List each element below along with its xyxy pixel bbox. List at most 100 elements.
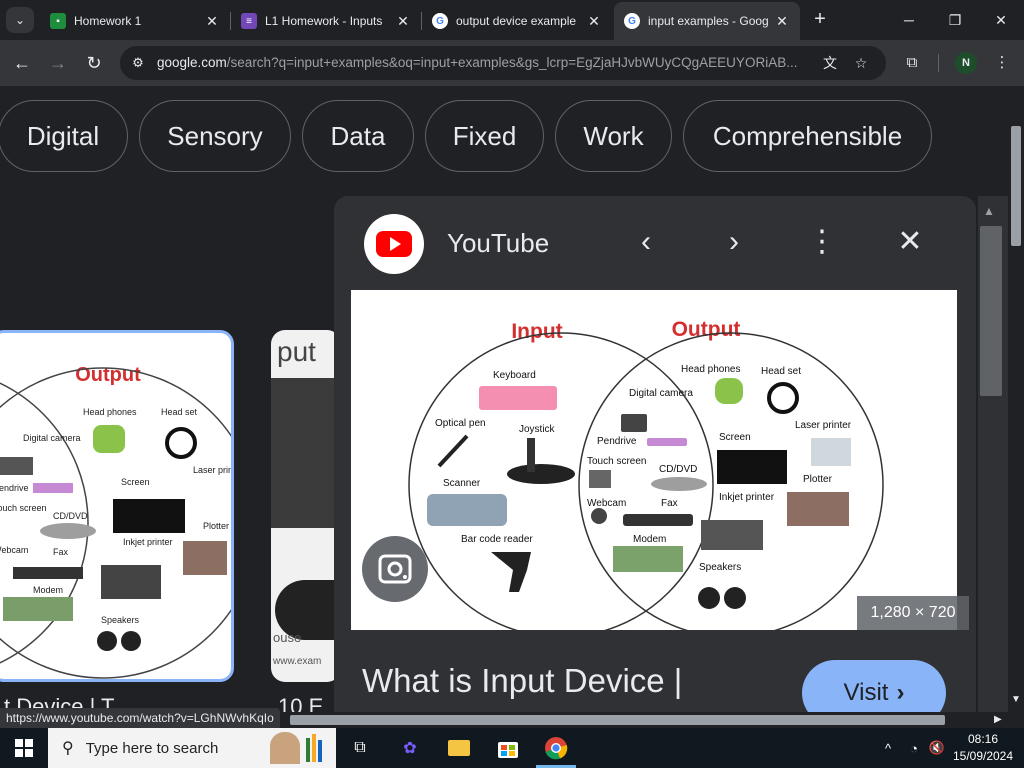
minimize-button[interactable]: ─ (886, 0, 932, 40)
bookmark-star-icon[interactable]: ☆ (851, 53, 871, 73)
svg-text:Head set: Head set (161, 407, 198, 417)
svg-text:Speakers: Speakers (699, 562, 741, 573)
menu-icon[interactable]: ⋮ (990, 51, 1014, 75)
tab-close-icon[interactable]: ✕ (204, 13, 220, 30)
tab-close-icon[interactable]: ✕ (395, 13, 411, 30)
network-icon[interactable]: ◔ (903, 728, 925, 768)
chrome-icon[interactable] (540, 732, 572, 764)
tab-l1-homework[interactable]: ≡ L1 Homework - Inputs ✕ (231, 6, 421, 36)
google-icon: G (432, 13, 448, 29)
tab-input-examples[interactable]: G input examples - Goog ✕ (614, 2, 800, 40)
page-vertical-scrollbar[interactable]: ▼ (1008, 86, 1024, 712)
previous-result-icon[interactable]: ‹ (626, 222, 666, 262)
google-lens-button[interactable] (362, 536, 428, 602)
clock-time: 08:16 (967, 732, 999, 746)
address-bar[interactable]: ⚙ google.com/search?q=input+examples&oq=… (120, 46, 886, 80)
chip-sensory[interactable]: Sensory (139, 100, 291, 172)
svg-text:Head phones: Head phones (83, 407, 137, 417)
window-close-button[interactable]: ✕ (978, 0, 1024, 40)
svg-text:Optical pen: Optical pen (435, 418, 486, 429)
svg-text:Inkjet printer: Inkjet printer (123, 537, 173, 547)
preview-title[interactable]: What is Input Device | (362, 662, 682, 700)
translate-icon[interactable]: 文 (820, 53, 840, 73)
volume-muted-icon[interactable]: 🔇 (926, 728, 948, 768)
profile-avatar[interactable]: N (955, 52, 977, 74)
windows-taskbar: ⚲ Type here to search ⧉ ✿ ^ ◔ 🔇 08:16 15… (0, 728, 1024, 768)
toolbar-divider (938, 54, 939, 72)
result-caption-2[interactable]: 10 E (278, 694, 323, 712)
headset-image (165, 427, 197, 459)
horizontal-scroll-thumb[interactable] (290, 715, 945, 725)
extensions-icon[interactable]: ⧉ (900, 51, 924, 75)
task-view-icon[interactable]: ⧉ (344, 732, 376, 764)
tab-close-icon[interactable]: ✕ (586, 13, 602, 30)
url-text[interactable]: google.com/search?q=input+examples&oq=in… (157, 55, 807, 70)
source-site-name[interactable]: YouTube (447, 228, 549, 259)
scroll-down-icon[interactable]: ▼ (1011, 694, 1021, 705)
next-result-icon[interactable]: › (714, 222, 754, 262)
more-options-icon[interactable]: ⋮ (802, 222, 842, 262)
chip-work[interactable]: Work (555, 100, 672, 172)
image-preview-panel: YouTube ‹ › ⋮ ✕ Input Output Keyboard Op… (334, 196, 976, 712)
visit-button[interactable]: Visit › (802, 660, 946, 712)
pendrive-image (33, 483, 73, 493)
start-button[interactable] (0, 728, 48, 768)
input-output-venn-diagram: Input Output Keyboard Optical pen Joysti… (408, 318, 884, 638)
svg-text:Inkjet printer: Inkjet printer (719, 492, 775, 503)
show-hidden-icons[interactable]: ^ (878, 728, 898, 768)
status-bar-url: https://www.youtube.com/watch?v=LGhNWvhK… (0, 708, 280, 728)
tab-close-icon[interactable]: ✕ (774, 13, 790, 30)
laser-printer-image (811, 438, 851, 466)
chip-digital[interactable]: Digital (0, 100, 128, 172)
chip-comprehensible[interactable]: Comprehensible (683, 100, 932, 172)
card2-title-fragment: put (277, 336, 316, 367)
output-diagram-thumbnail: Output Head phones Head set Digital came… (0, 364, 234, 679)
svg-text:Laser printer: Laser printer (193, 465, 234, 475)
taskbar-search-box[interactable]: ⚲ Type here to search (48, 728, 336, 768)
back-arrow-icon: ← (13, 52, 31, 73)
forward-button[interactable]: → (44, 49, 72, 77)
chevron-right-icon: › (896, 679, 905, 706)
browser-toolbar: ← → ↻ ⚙ google.com/search?q=input+exampl… (0, 40, 1024, 86)
svg-text:Digital camera: Digital camera (23, 433, 81, 443)
image-result-card-2[interactable]: put ouse www.exam (271, 330, 341, 682)
svg-text:Pendrive: Pendrive (597, 436, 637, 447)
chip-data[interactable]: Data (302, 100, 414, 172)
svg-text:Webcam: Webcam (587, 498, 626, 509)
page-scroll-thumb[interactable] (1011, 126, 1021, 246)
tab-homework-1[interactable]: ▪ Homework 1 ✕ (40, 6, 230, 36)
google-icon: G (624, 13, 640, 29)
preview-scrollbar[interactable]: ▲ (978, 196, 1008, 712)
svg-text:Head phones: Head phones (681, 364, 741, 375)
tab-output-device-example[interactable]: G output device example ✕ (422, 6, 612, 36)
restore-button[interactable]: ❐ (932, 0, 978, 40)
preview-image[interactable]: Input Output Keyboard Optical pen Joysti… (351, 290, 957, 638)
svg-text:Speakers: Speakers (101, 615, 140, 625)
thumb-title: Output (75, 364, 141, 386)
reload-button[interactable]: ↻ (80, 49, 108, 77)
preview-scroll-thumb[interactable] (980, 226, 1002, 396)
microsoft-store-icon[interactable] (492, 732, 524, 764)
inkjet-printer-image (701, 520, 763, 550)
image-result-card[interactable]: Output Head phones Head set Digital came… (0, 330, 234, 682)
site-info-icon[interactable]: ⚙ (128, 53, 148, 73)
svg-text:CD/DVD: CD/DVD (659, 464, 697, 475)
scroll-right-icon[interactable]: ▶ (994, 712, 1002, 728)
taskbar-clock[interactable]: 08:16 15/09/2024 (948, 731, 1018, 765)
reload-icon: ↻ (86, 52, 102, 73)
tablet-image (271, 378, 341, 528)
new-tab-button[interactable]: + (808, 7, 832, 31)
copilot-icon[interactable]: ✿ (394, 732, 426, 764)
chevron-down-icon: ⌄ (14, 13, 26, 27)
svg-text:Fax: Fax (661, 498, 678, 509)
file-explorer-icon[interactable] (443, 732, 475, 764)
joystick-image (507, 464, 575, 484)
touch-screen-image (589, 470, 611, 488)
svg-text:Laser printer: Laser printer (795, 420, 852, 431)
close-preview-icon[interactable]: ✕ (890, 222, 930, 262)
scroll-up-icon[interactable]: ▲ (983, 204, 995, 218)
back-button[interactable]: ← (8, 49, 36, 77)
card2-footer-fragment: www.exam (273, 656, 322, 667)
tab-search-button[interactable]: ⌄ (6, 7, 34, 33)
chip-fixed[interactable]: Fixed (425, 100, 544, 172)
